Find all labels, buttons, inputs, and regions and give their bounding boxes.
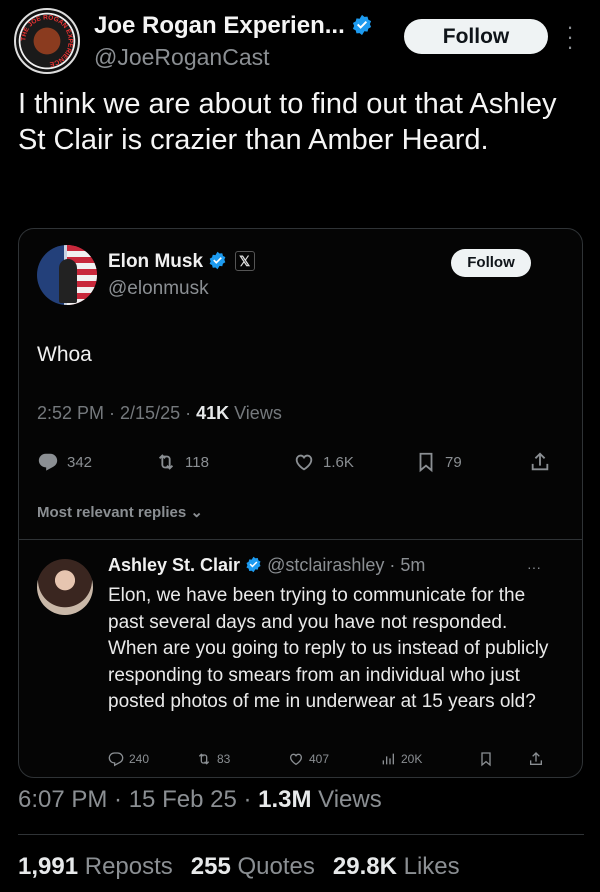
quoted-action-bar: 342 118 1.6K 79: [37, 449, 549, 475]
reply-bookmark-button[interactable]: [478, 751, 494, 767]
author-display-name[interactable]: Joe Rogan Experien...: [94, 12, 373, 40]
reply-repost-count: 83: [217, 752, 231, 766]
author-avatar[interactable]: THE JOE ROGAN EXPERIENCE: [14, 8, 80, 74]
heart-icon: [295, 454, 313, 471]
repost-icon: [158, 454, 174, 470]
quoted-tweet-card[interactable]: Elon Musk 𝕏 @elonmusk Follow Whoa 2:52 P…: [18, 228, 583, 778]
views-label: Views: [311, 786, 382, 813]
reply-views-count: 20K: [401, 752, 423, 766]
like-count: 1.6K: [323, 453, 354, 471]
bookmark-button[interactable]: 79: [415, 449, 462, 475]
reposts-count: 1,991: [18, 853, 79, 880]
share-button[interactable]: [529, 449, 551, 475]
quotes-stat[interactable]: 255 Quotes: [191, 853, 315, 881]
verified-badge-icon: [353, 14, 372, 36]
reply-button[interactable]: 342: [37, 449, 92, 475]
like-button[interactable]: 1.6K: [293, 449, 354, 475]
likes-stat[interactable]: 29.8K Likes: [333, 853, 460, 881]
verified-badge-icon: [209, 251, 226, 270]
quotes-count: 255: [190, 853, 231, 880]
bookmark-count: 79: [445, 453, 462, 471]
most-relevant-replies-dropdown[interactable]: Most relevant replies ⌄: [37, 503, 203, 521]
chevron-down-icon: ⌄: [190, 504, 203, 521]
likes-label: Likes: [403, 853, 460, 880]
quoted-timestamp: 2:52 PM · 2/15/25 ·: [37, 403, 197, 423]
reply-reply-button[interactable]: 240: [108, 751, 149, 767]
more-options-icon[interactable]: · · ·: [562, 16, 578, 58]
quotes-label: Quotes: [237, 853, 315, 880]
quoted-author-avatar[interactable]: [37, 245, 97, 305]
heart-icon: [289, 753, 303, 766]
most-relevant-label[interactable]: Most relevant replies: [37, 504, 186, 521]
reply-share-button[interactable]: [528, 751, 544, 767]
author-handle[interactable]: @JoeRoganCast: [94, 44, 270, 71]
repost-icon: [198, 753, 210, 765]
quoted-author-handle[interactable]: @elonmusk: [108, 278, 209, 300]
reply-like-button[interactable]: 407: [288, 751, 329, 767]
reply-more-options-icon[interactable]: ···: [527, 559, 541, 575]
reply-author-avatar[interactable]: [37, 559, 93, 615]
x-affiliate-badge-icon: 𝕏: [234, 251, 255, 271]
reply-repost-button[interactable]: 83: [196, 751, 230, 767]
quoted-tweet-meta: 2:52 PM · 2/15/25 · 41K Views: [37, 403, 282, 424]
quoted-author-name-text[interactable]: Elon Musk: [108, 251, 203, 272]
avatar-logo-text: THE JOE ROGAN EXPERIENCE: [20, 14, 73, 67]
reply-action-bar: 240 83 407 20K: [108, 751, 548, 773]
repost-count: 118: [185, 453, 209, 471]
follow-button[interactable]: Follow: [404, 19, 548, 54]
reposts-label: Reposts: [84, 853, 173, 880]
reply-icon: [108, 752, 124, 767]
reposts-stat[interactable]: 1,991 Reposts: [18, 853, 173, 881]
reply-text: Elon, we have been trying to communicate…: [108, 585, 549, 712]
reply-views-button[interactable]: 20K: [380, 751, 422, 767]
tweet-timestamp[interactable]: 6:07 PM · 15 Feb 25 · 1.3M Views: [18, 786, 382, 814]
quoted-views-label: Views: [229, 403, 282, 423]
reply-reply-count: 240: [129, 752, 150, 766]
divider: [19, 539, 582, 540]
avatar-figure: [59, 259, 77, 303]
share-icon: [531, 452, 549, 471]
views-chart-icon: [382, 753, 394, 765]
timestamp-text[interactable]: 6:07 PM · 15 Feb 25 ·: [18, 786, 258, 813]
reply-icon: [38, 453, 58, 471]
tweet-text: I think we are about to find out that As…: [18, 88, 557, 156]
divider: [18, 834, 584, 835]
svg-text:THE JOE ROGAN EXPERIENCE: THE JOE ROGAN EXPERIENCE: [20, 14, 73, 67]
bookmark-icon: [481, 752, 491, 767]
verified-badge-icon: [246, 556, 261, 573]
share-icon: [530, 752, 542, 765]
reply-author-handle[interactable]: @stclairashley · 5m: [267, 555, 425, 575]
repost-button[interactable]: 118: [155, 449, 209, 475]
bookmark-icon: [419, 452, 433, 473]
likes-count: 29.8K: [332, 853, 397, 880]
engagement-stats: 1,991 Reposts 255 Quotes 29.8K Likes: [18, 853, 460, 881]
reply-count: 342: [67, 453, 93, 471]
quoted-author-name[interactable]: Elon Musk 𝕏: [108, 251, 255, 273]
quoted-follow-button[interactable]: Follow: [451, 249, 531, 277]
reply-author-name-text[interactable]: Ashley St. Clair: [108, 555, 240, 575]
reply-author-name[interactable]: Ashley St. Clair @stclairashley · 5m: [108, 555, 425, 576]
reply-like-count: 407: [309, 752, 330, 766]
author-name-text[interactable]: Joe Rogan Experien...: [94, 12, 345, 39]
views-count: 1.3M: [258, 786, 312, 813]
quoted-tweet-text: Whoa: [37, 343, 92, 366]
quoted-views-count: 41K: [196, 403, 230, 423]
